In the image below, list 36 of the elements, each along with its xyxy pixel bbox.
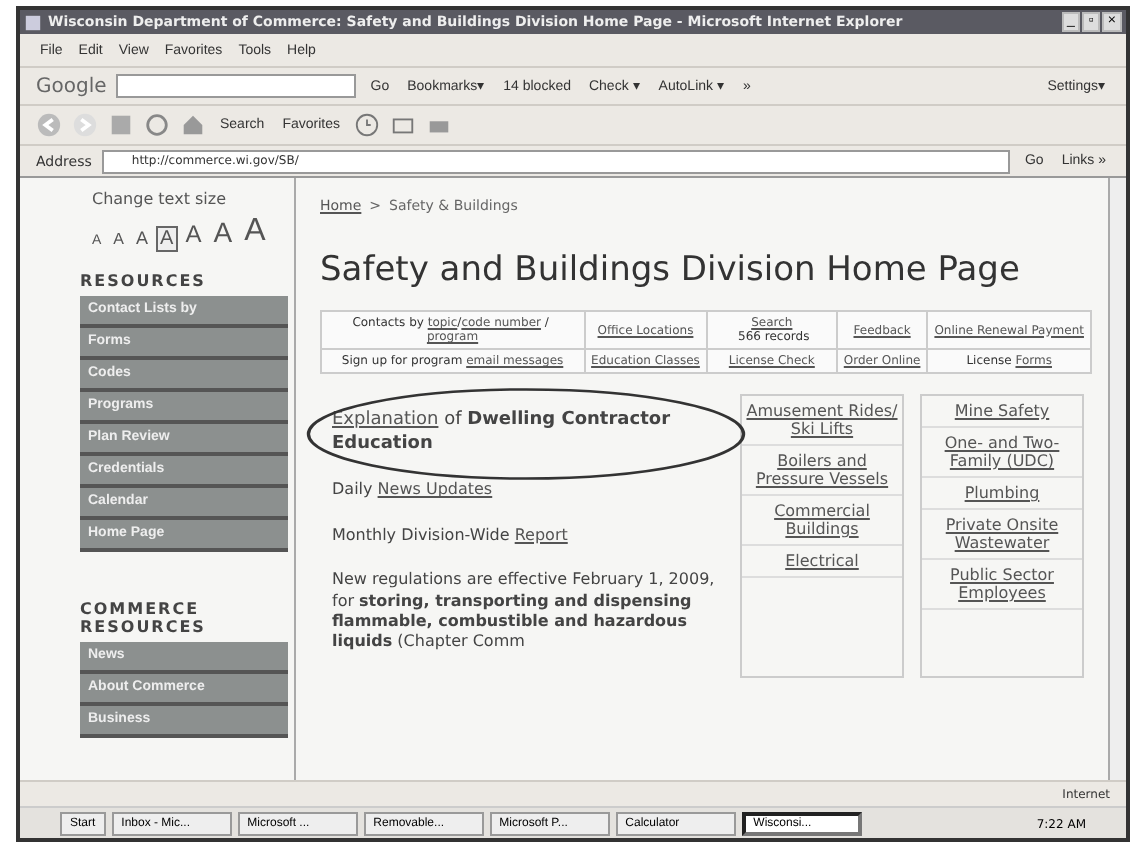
paragraph: New regulations are effective February 1, 2009, for storing, transporting and dispensing flammable, combustible and hazardous liquids (Chapter Comm [332,570,717,654]
link-cell[interactable]: Mine Safety [922,396,1082,428]
page-heading: Safety and Buildings Division Home Page [320,250,1022,290]
link-cell[interactable]: Plumbing [922,478,1082,510]
link-cell[interactable]: Commercial Buildings [742,496,902,546]
text-size-option[interactable]: A [209,216,237,252]
text-size-option[interactable]: A [156,225,178,252]
home-icon[interactable] [180,112,206,138]
link-cell[interactable]: Boilers and Pressure Vessels [742,446,902,496]
search-field[interactable] [116,74,357,98]
link-cell[interactable]: Private Onsite Wastewater [922,510,1082,560]
link-cell[interactable]: Amusement Rides/ Ski Lifts [742,396,902,446]
back-icon[interactable] [36,112,62,138]
scrollbar[interactable] [1108,178,1126,780]
text-size-option[interactable]: A [132,227,153,252]
forward-icon[interactable] [72,112,98,138]
section-heading: COMMERCE RESOURCES [80,599,208,636]
toolbar-logo: Google [36,75,107,97]
text-size-option[interactable]: A [240,212,270,252]
text-size-option[interactable]: A [181,220,206,252]
paragraph: Daily News Updates [332,480,495,502]
clock-icon[interactable] [353,112,380,138]
link-cell[interactable]: Electrical [742,546,902,578]
section-heading: RESOURCES [80,271,208,290]
text-link[interactable]: Explanation [332,410,439,430]
text-size-option[interactable]: A [109,229,129,252]
paragraph: Monthly Division-Wide Report [332,525,570,547]
paragraph: Explanation of Dwelling Contractor Education [332,410,673,457]
text-size-label: Change text size [92,190,227,208]
link-cell[interactable]: Public Sector Employees [922,560,1082,610]
refresh-icon[interactable] [144,112,170,138]
browser-icon [24,13,42,31]
text-link[interactable]: Report [514,525,568,544]
stop-icon[interactable] [108,112,134,138]
link-cell[interactable]: One- and Two-Family (UDC) [922,428,1082,478]
text-link[interactable]: News Updates [377,480,493,499]
